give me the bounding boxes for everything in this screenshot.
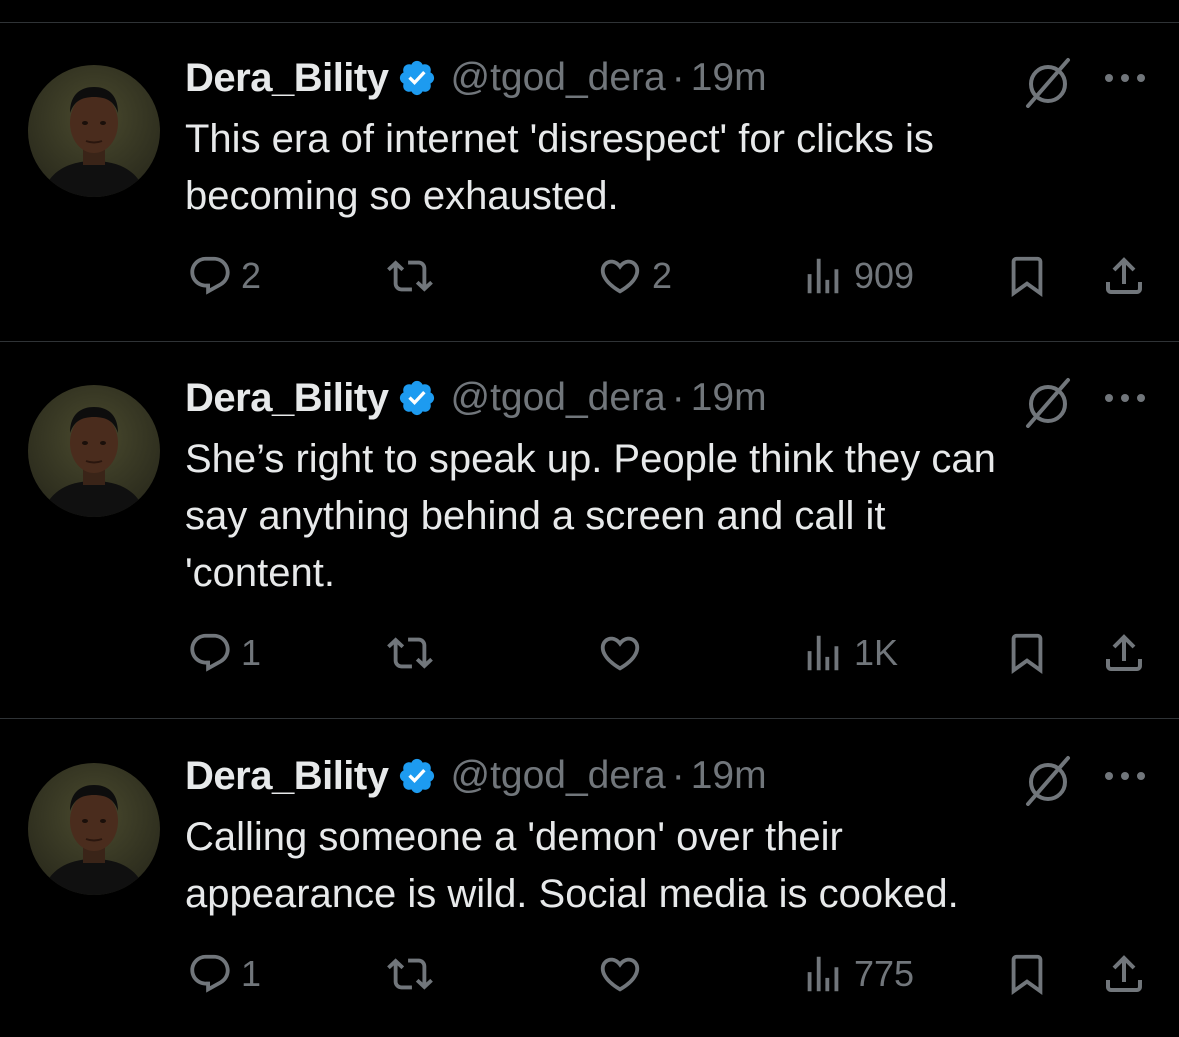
tweet-text-line: appearance is wild. Social media is cook… [185,872,959,916]
bookmark-icon [1011,633,1043,674]
share-icon [1106,257,1142,294]
tweet-text-line: becoming so exhausted. [185,174,619,218]
retweet-button[interactable] [385,246,443,306]
share-icon [1106,955,1142,992]
action-bar: 1 1K [0,623,1179,683]
share-button[interactable] [1100,623,1148,683]
tweet-text: This era of internet 'disrespect' for cl… [185,111,1145,225]
more-icon[interactable] [1102,68,1148,88]
tweet-header: Dera_Bility @tgod_dera · 19m [185,370,767,426]
retweet-button[interactable] [385,944,443,1004]
views-count: 775 [854,953,915,994]
action-bar: 2 2 909 [0,246,1179,306]
tweet-text: Calling someone a 'demon' over their app… [185,809,1145,923]
handle[interactable]: @tgod_dera [450,56,665,100]
handle[interactable]: @tgod_dera [450,376,665,420]
like-button[interactable] [596,944,652,1004]
tweet-text-line: 'content. [185,551,335,595]
bookmark-icon [1011,954,1043,995]
views-count: 909 [854,255,915,296]
action-bar: 1 775 [0,944,1179,1004]
like-button[interactable] [596,623,652,683]
views-button[interactable]: 909 [800,246,914,306]
handle[interactable]: @tgod_dera [450,754,665,798]
tweet-3[interactable]: Dera_Bility @tgod_dera · 19m Calling som… [0,748,1179,1037]
more-icon[interactable] [1102,766,1148,786]
grok-icon[interactable] [1020,376,1076,428]
timestamp[interactable]: 19m [691,56,767,100]
share-button[interactable] [1100,246,1148,306]
tweet-text-line: Calling someone a 'demon' over their [185,815,843,859]
like-count: 2 [652,255,673,296]
views-icon [807,258,839,294]
separator-dot: · [671,754,685,797]
share-button[interactable] [1100,944,1148,1004]
tweet-text: She’s right to speak up. People think th… [185,431,1145,602]
display-name[interactable]: Dera_Bility [185,754,389,799]
timeline-top-divider [0,22,1179,23]
reply-icon [190,954,230,993]
reply-icon [190,633,230,672]
bookmark-icon [1011,256,1043,297]
display-name[interactable]: Dera_Bility [185,56,389,101]
views-button[interactable]: 1K [800,623,898,683]
views-count: 1K [854,632,899,673]
retweet-icon [387,260,433,292]
retweet-icon [387,637,433,669]
tweet-divider [0,341,1179,342]
verified-badge-icon [400,60,435,96]
tweet-text-line: say anything behind a screen and call it [185,494,886,538]
display-name[interactable]: Dera_Bility [185,376,389,421]
reply-button[interactable]: 2 [187,246,261,306]
timestamp[interactable]: 19m [691,376,767,420]
views-icon [807,635,839,671]
like-icon [600,957,640,992]
tweet-header: Dera_Bility @tgod_dera · 19m [185,50,767,106]
tweet-divider [0,718,1179,719]
verified-badge-icon [400,380,435,416]
verified-badge-icon [400,758,435,794]
separator-dot: · [671,56,685,99]
tweet-text-line: This era of internet 'disrespect' for cl… [185,117,934,161]
bookmark-button[interactable] [1004,944,1050,1004]
avatar[interactable] [28,763,160,895]
reply-count: 2 [241,255,262,296]
reply-count: 1 [241,632,262,673]
reply-count: 1 [241,953,262,994]
retweet-button[interactable] [385,623,443,683]
more-icon[interactable] [1102,388,1148,408]
retweet-icon [387,958,433,990]
views-icon [807,956,839,992]
like-button[interactable]: 2 [596,246,672,306]
reply-button[interactable]: 1 [187,623,261,683]
timestamp[interactable]: 19m [691,754,767,798]
like-icon [600,259,640,294]
grok-icon[interactable] [1020,754,1076,806]
bookmark-button[interactable] [1004,623,1050,683]
tweet-header: Dera_Bility @tgod_dera · 19m [185,748,767,804]
share-icon [1106,634,1142,671]
bookmark-button[interactable] [1004,246,1050,306]
like-icon [600,636,640,671]
separator-dot: · [671,376,685,419]
reply-button[interactable]: 1 [187,944,261,1004]
avatar[interactable] [28,385,160,517]
tweet-2[interactable]: Dera_Bility @tgod_dera · 19m She’s right… [0,370,1179,719]
tweet-text-line: She’s right to speak up. People think th… [185,437,996,481]
tweet-1[interactable]: Dera_Bility @tgod_dera · 19m This era of… [0,50,1179,342]
grok-icon[interactable] [1020,56,1076,108]
views-button[interactable]: 775 [800,944,914,1004]
reply-icon [190,256,230,295]
avatar[interactable] [28,65,160,197]
